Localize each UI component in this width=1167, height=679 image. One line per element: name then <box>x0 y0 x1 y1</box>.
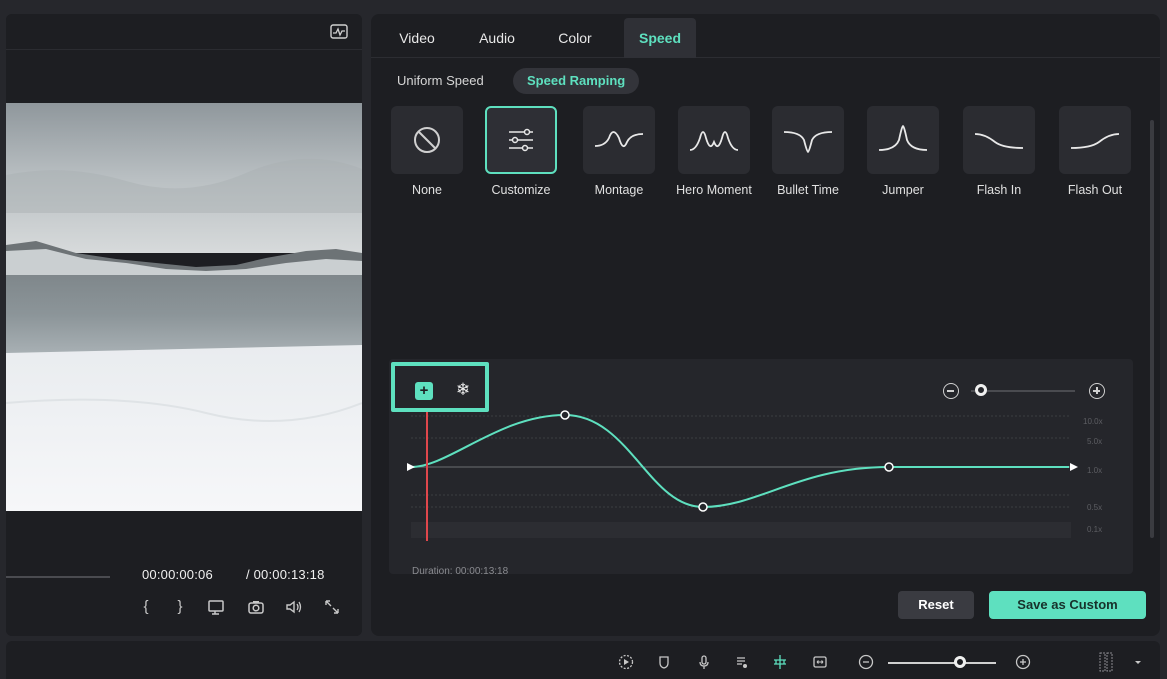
preset-label: Customize <box>491 183 551 197</box>
sliders-icon <box>509 128 533 152</box>
video-preview[interactable] <box>6 103 362 511</box>
zoom-out-icon[interactable] <box>943 383 959 399</box>
curve-keypoint[interactable] <box>884 462 894 472</box>
timeline-zoom-in-icon[interactable] <box>1015 654 1031 670</box>
mark-out-icon[interactable]: } <box>170 597 190 617</box>
preview-progress-track[interactable] <box>6 576 110 578</box>
subtab-uniform-speed[interactable]: Uniform Speed <box>397 68 484 94</box>
preset-thumb <box>867 106 939 174</box>
app-window: 00:00:00:06 / 00:00:13:18 { } Video Audi… <box>0 0 1167 679</box>
preview-controls: 00:00:00:06 / 00:00:13:18 { } <box>6 511 362 636</box>
flash-in-curve-icon <box>974 133 1024 149</box>
volume-icon[interactable] <box>284 597 304 617</box>
total-timecode: / 00:00:13:18 <box>246 567 325 582</box>
speed-label-1x: 1.0x <box>1087 466 1103 475</box>
preset-thumb <box>391 106 463 174</box>
curve-end-marker <box>1070 463 1078 471</box>
hero-moment-curve-icon <box>689 131 739 151</box>
preset-thumb <box>485 106 557 174</box>
mark-in-icon[interactable]: { <box>136 597 156 617</box>
freeze-frame-icon[interactable]: ❄ <box>453 379 473 401</box>
preset-jumper[interactable]: Jumper <box>865 106 941 198</box>
microphone-icon[interactable] <box>696 654 712 670</box>
subtab-speed-ramping[interactable]: Speed Ramping <box>513 68 640 94</box>
preset-hero-moment[interactable]: Hero Moment <box>676 106 752 198</box>
save-as-custom-button[interactable]: Save as Custom <box>989 591 1146 619</box>
preview-panel: 00:00:00:06 / 00:00:13:18 { } <box>6 14 362 636</box>
bullet-time-curve-icon <box>783 131 833 153</box>
montage-curve-icon <box>594 131 644 148</box>
panel-scrollbar[interactable] <box>1150 120 1154 538</box>
property-tabs: Video Audio Color Speed <box>371 14 1160 58</box>
preset-label: Flash In <box>976 183 1022 197</box>
render-preview-icon[interactable] <box>618 654 634 670</box>
fullscreen-icon[interactable] <box>322 597 342 617</box>
preset-label: Montage <box>594 183 644 197</box>
preset-label: Jumper <box>882 183 924 197</box>
tool-highlight-box <box>391 362 489 412</box>
zoom-in-icon[interactable] <box>1089 383 1105 399</box>
preset-label: Hero Moment <box>676 183 752 197</box>
jumper-curve-icon <box>878 125 928 151</box>
speed-label-10x: 10.0x <box>1083 417 1103 426</box>
current-timecode: 00:00:00:06 <box>142 567 213 582</box>
shield-icon[interactable] <box>656 654 672 670</box>
preset-label: Bullet Time <box>777 183 839 197</box>
bottom-toolbar <box>6 641 1160 679</box>
waveform-monitor-icon[interactable] <box>330 24 348 39</box>
properties-panel: Video Audio Color Speed Uniform Speed Sp… <box>371 14 1160 636</box>
preset-thumb <box>772 106 844 174</box>
curve-start-marker <box>407 463 415 471</box>
dropdown-caret-icon[interactable] <box>1130 654 1146 670</box>
display-icon[interactable] <box>206 597 226 617</box>
add-keyframe-icon[interactable]: + <box>415 382 433 400</box>
speed-label-0-1x: 0.1x <box>1087 525 1103 534</box>
speed-label-5x: 5.0x <box>1087 437 1103 446</box>
preset-thumb <box>678 106 750 174</box>
none-icon <box>414 127 440 153</box>
reset-button[interactable]: Reset <box>898 591 974 619</box>
preset-montage[interactable]: Montage <box>581 106 657 198</box>
preset-flash-in[interactable]: Flash In <box>961 106 1037 198</box>
timeline-zoom-track[interactable] <box>888 662 996 664</box>
tab-video[interactable]: Video <box>385 18 449 58</box>
timeline-zoom-knob[interactable] <box>954 656 966 668</box>
preset-none[interactable]: None <box>389 106 465 198</box>
preview-header <box>6 14 362 50</box>
tab-speed[interactable]: Speed <box>624 18 696 58</box>
fit-timeline-icon[interactable] <box>812 654 828 670</box>
audio-meter-icon[interactable] <box>1098 651 1114 673</box>
preset-label: Flash Out <box>1067 183 1123 197</box>
snap-icon[interactable] <box>772 654 788 670</box>
preview-subbar <box>6 50 362 102</box>
tab-audio[interactable]: Audio <box>465 18 529 58</box>
snapshot-camera-icon[interactable] <box>246 597 266 617</box>
preset-label: None <box>412 183 442 197</box>
timeline-zoom-out-icon[interactable] <box>858 654 874 670</box>
flash-out-curve-icon <box>1070 133 1120 149</box>
curve-keypoint[interactable] <box>560 410 570 420</box>
preset-customize[interactable]: Customize <box>483 106 559 198</box>
tab-color[interactable]: Color <box>543 18 607 58</box>
preset-thumb <box>583 106 655 174</box>
speed-label-0-5x: 0.5x <box>1087 503 1103 512</box>
duration-text: Duration: 00:00:13:18 <box>412 566 509 577</box>
preset-bullet-time[interactable]: Bullet Time <box>770 106 846 198</box>
curve-zoom-knob[interactable] <box>975 384 987 396</box>
preset-flash-out[interactable]: Flash Out <box>1057 106 1133 198</box>
curve-keypoint[interactable] <box>698 502 708 512</box>
preset-thumb <box>963 106 1035 174</box>
music-list-icon[interactable] <box>734 654 750 670</box>
preset-thumb <box>1059 106 1131 174</box>
